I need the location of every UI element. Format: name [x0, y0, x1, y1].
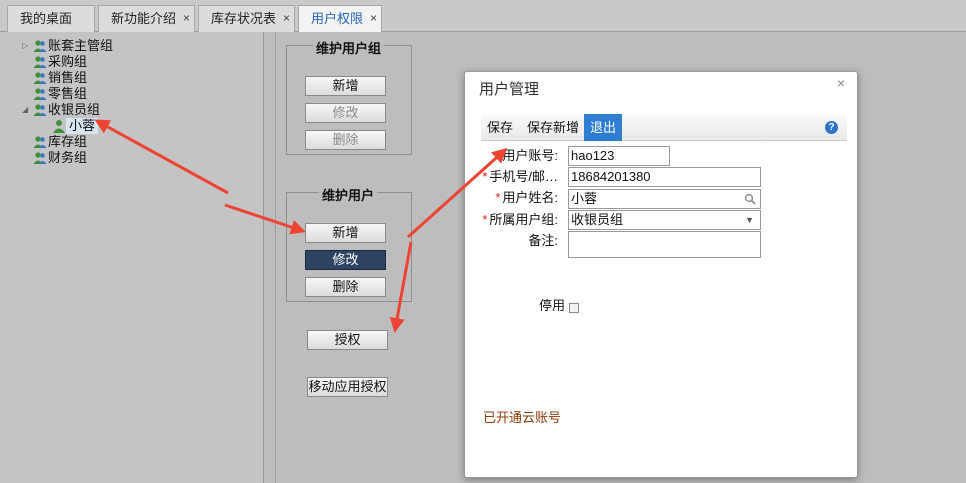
mobile-app-authorize-button[interactable]: 移动应用授权: [307, 377, 388, 397]
dialog-title: 用户管理: [479, 81, 540, 98]
user-maintenance-panel: 维护用户 新增 修改 删除: [286, 185, 412, 302]
tree-item-label: 收银员组: [48, 102, 101, 117]
collapse-icon[interactable]: ◢: [22, 102, 28, 118]
authorize-button[interactable]: 授权: [307, 330, 388, 350]
tab-label: 我的桌面: [20, 11, 73, 26]
add-group-button[interactable]: 新增: [305, 76, 386, 96]
tab-new-features[interactable]: 新功能介绍 ×: [98, 5, 195, 32]
tab-my-desktop[interactable]: 我的桌面: [7, 5, 95, 32]
close-icon[interactable]: ×: [183, 6, 190, 31]
name-label-text: 用户姓名:: [502, 190, 558, 205]
user-group-label: * 所属用户组:: [468, 211, 558, 229]
phone-label-text: 手机号/邮…: [489, 169, 558, 184]
tab-label: 库存状况表: [211, 11, 277, 26]
group-label-text: 所属用户组:: [489, 212, 558, 227]
tree-item-label: 库存组: [48, 134, 88, 149]
disabled-checkbox[interactable]: [569, 303, 579, 313]
disabled-label: 停用: [475, 297, 565, 315]
tab-label: 用户权限: [311, 11, 364, 26]
tab-bar: 我的桌面 新功能介绍 × 库存状况表 × 用户权限 ×: [0, 0, 966, 32]
add-user-button[interactable]: 新增: [305, 223, 386, 243]
tab-inventory-status[interactable]: 库存状况表 ×: [198, 5, 295, 32]
user-name-label: * 用户姓名:: [468, 189, 558, 207]
user-name-input[interactable]: 小蓉: [568, 189, 761, 209]
tree-item-label: 零售组: [48, 86, 88, 101]
tree-item-label: 小蓉: [66, 118, 99, 134]
required-mark: *: [495, 190, 501, 205]
edit-user-button[interactable]: 修改: [305, 250, 386, 270]
pane-splitter[interactable]: [275, 32, 276, 483]
tab-user-permissions[interactable]: 用户权限 ×: [298, 5, 382, 32]
users-group-icon: [33, 72, 47, 84]
users-group-icon: [33, 152, 47, 164]
chevron-down-icon[interactable]: ▼: [745, 211, 754, 229]
user-management-dialog: 用户管理 × 保存 保存新增 退出 ? 用户账号: hao123 * 手机号/邮……: [464, 71, 858, 478]
tree-item-label: 财务组: [48, 150, 88, 165]
close-icon[interactable]: ×: [370, 6, 377, 31]
tree-item-label: 销售组: [48, 70, 88, 85]
close-icon[interactable]: ×: [837, 75, 845, 91]
user-panel-legend: 维护用户: [319, 185, 378, 204]
cloud-account-status: 已开通云账号: [483, 410, 562, 425]
tree-item-label: 采购组: [48, 54, 88, 69]
users-group-icon: [33, 136, 47, 148]
users-group-icon: [33, 88, 47, 100]
dialog-toolbar: 保存 保存新增 退出 ?: [481, 114, 847, 141]
search-icon[interactable]: [744, 193, 756, 205]
account-input[interactable]: hao123: [568, 146, 670, 166]
user-group-tree: ▷ 账套主管组 采购组 销售组 零售组 ◢ 收银员组 小蓉 库存组 财务组: [0, 32, 264, 483]
save-and-new-button[interactable]: 保存新增: [521, 114, 585, 141]
help-icon[interactable]: ?: [825, 121, 838, 134]
exit-button[interactable]: 退出: [584, 114, 623, 141]
users-group-icon: [33, 40, 47, 52]
remark-textarea[interactable]: [568, 231, 761, 258]
phone-email-label: * 手机号/邮…: [468, 168, 558, 186]
delete-group-button[interactable]: 删除: [305, 130, 386, 150]
phone-email-input[interactable]: 18684201380: [568, 167, 761, 187]
account-label: 用户账号:: [468, 147, 558, 165]
delete-user-button[interactable]: 删除: [305, 277, 386, 297]
users-group-icon: [33, 56, 47, 68]
user-name-value: 小蓉: [571, 191, 598, 206]
remark-label: 备注:: [468, 232, 558, 250]
remark-label-text: 备注:: [528, 233, 558, 248]
account-label-text: 用户账号:: [502, 148, 558, 163]
group-maintenance-panel: 维护用户组 新增 修改 删除: [286, 38, 412, 155]
user-icon: [53, 120, 65, 133]
group-panel-legend: 维护用户组: [313, 38, 385, 57]
expand-icon[interactable]: ▷: [22, 38, 28, 54]
user-group-select[interactable]: 收银员组 ▼: [568, 210, 761, 230]
users-group-icon: [33, 104, 47, 116]
close-icon[interactable]: ×: [283, 6, 290, 31]
required-mark: *: [482, 169, 488, 184]
disabled-label-text: 停用: [538, 298, 565, 313]
user-group-value: 收银员组: [571, 212, 624, 227]
required-mark: *: [482, 212, 488, 227]
edit-group-button[interactable]: 修改: [305, 103, 386, 123]
tree-item-label: 账套主管组: [48, 38, 114, 53]
save-button[interactable]: 保存: [481, 114, 519, 141]
tab-label: 新功能介绍: [111, 11, 177, 26]
